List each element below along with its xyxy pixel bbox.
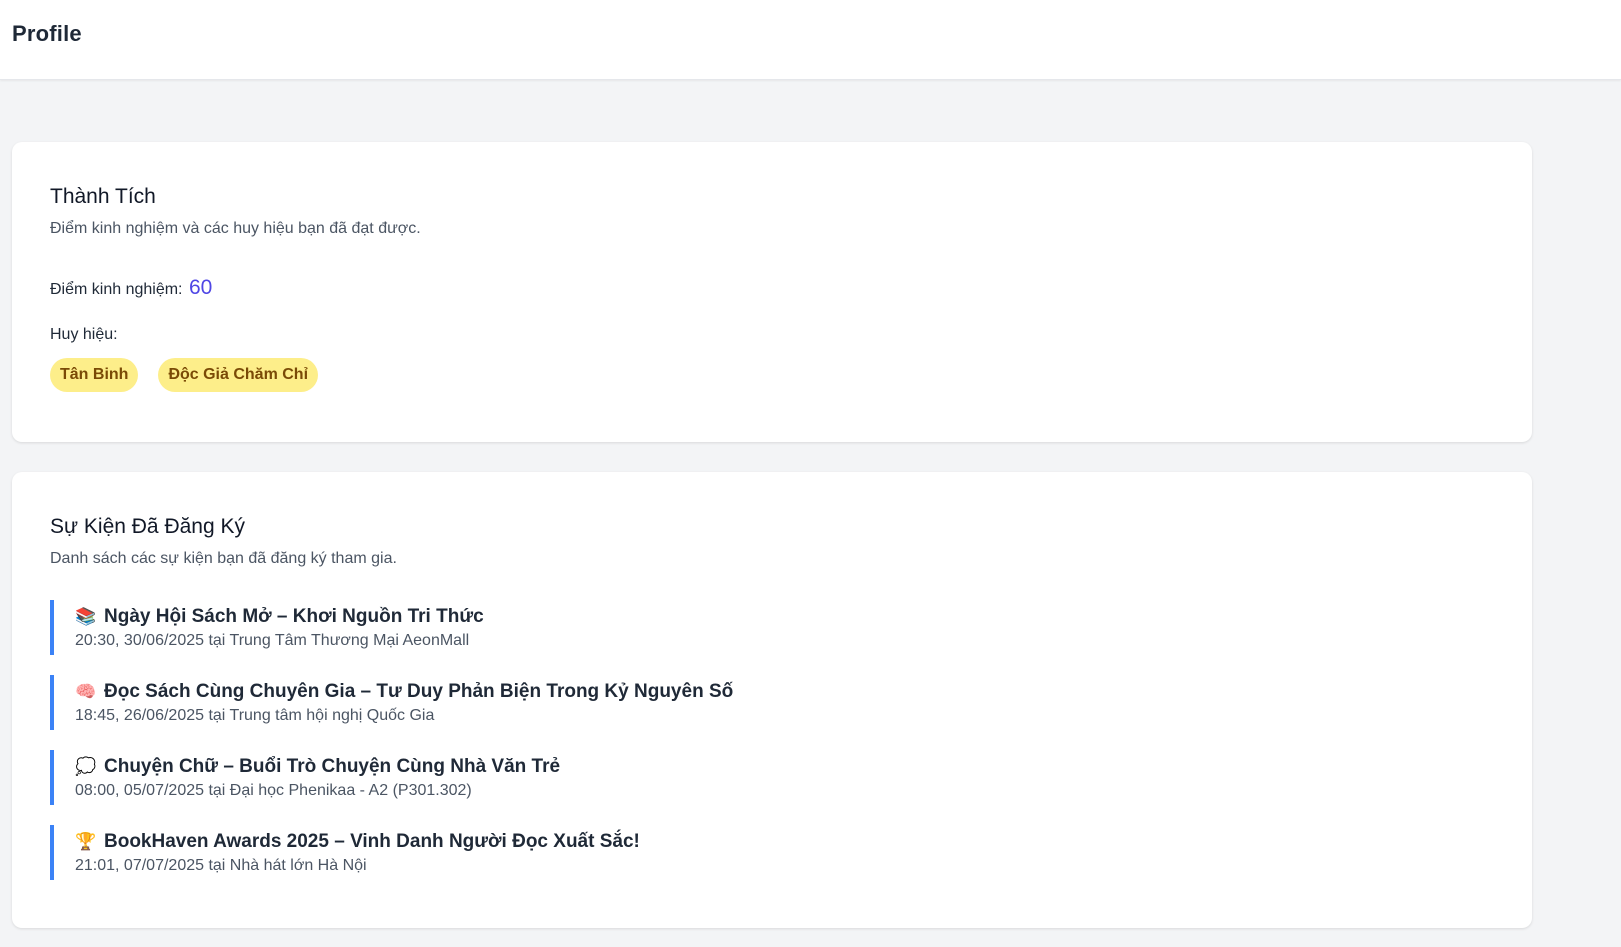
top-bar: Profile	[0, 0, 1621, 80]
achievements-title: Thành Tích	[50, 185, 156, 208]
event-meta: 21:01, 07/07/2025 tại Nhà hát lớn Hà Nội	[75, 856, 367, 874]
event-title-row: 🏆 BookHaven Awards 2025 – Vinh Danh Ngườ…	[75, 829, 1494, 855]
event-title-row: 💭 Chuyện Chữ – Buổi Trò Chuyện Cùng Nhà …	[75, 754, 1494, 780]
event-title-row: 📚 Ngày Hội Sách Mở – Khơi Nguồn Tri Thức	[75, 604, 1494, 630]
xp-value: 60	[188, 276, 213, 299]
badges-label: Huy hiệu:	[50, 326, 118, 343]
registered-events-card: Sự Kiện Đã Đăng Ký Danh sách các sự kiện…	[12, 472, 1532, 928]
events-subtitle: Danh sách các sự kiện bạn đã đăng ký tha…	[50, 550, 397, 567]
trophy-icon: 🏆	[75, 831, 97, 851]
speech-bubble-icon: 💭	[75, 756, 97, 776]
achievements-subtitle: Điểm kinh nghiệm và các huy hiệu bạn đã …	[50, 220, 421, 237]
event-title: Chuyện Chữ – Buổi Trò Chuyện Cùng Nhà Vă…	[104, 755, 561, 777]
event-item[interactable]: 🏆 BookHaven Awards 2025 – Vinh Danh Ngườ…	[50, 825, 1494, 880]
badge-list: Tân Binh Độc Giả Chăm Chỉ	[50, 358, 1494, 392]
event-item[interactable]: 💭 Chuyện Chữ – Buổi Trò Chuyện Cùng Nhà …	[50, 750, 1494, 805]
event-meta: 18:45, 26/06/2025 tại Trung tâm hội nghị…	[75, 706, 435, 724]
xp-label: Điểm kinh nghiệm:	[50, 281, 183, 298]
books-icon: 📚	[75, 606, 97, 626]
event-list: 📚 Ngày Hội Sách Mở – Khơi Nguồn Tri Thức…	[50, 600, 1494, 880]
event-title-row: 🧠 Đọc Sách Cùng Chuyên Gia – Tư Duy Phản…	[75, 679, 1494, 705]
event-title: Ngày Hội Sách Mở – Khơi Nguồn Tri Thức	[104, 605, 484, 627]
achievements-card: Thành Tích Điểm kinh nghiệm và các huy h…	[12, 142, 1532, 442]
page-title: Profile	[12, 21, 82, 46]
xp-row: Điểm kinh nghiệm: 60	[50, 274, 1494, 304]
event-item[interactable]: 📚 Ngày Hội Sách Mở – Khơi Nguồn Tri Thức…	[50, 600, 1494, 655]
event-item[interactable]: 🧠 Đọc Sách Cùng Chuyên Gia – Tư Duy Phản…	[50, 675, 1494, 730]
event-meta: 20:30, 30/06/2025 tại Trung Tâm Thương M…	[75, 631, 470, 649]
badge-doc-gia-cham-chi: Độc Giả Chăm Chỉ	[158, 358, 319, 392]
event-meta: 08:00, 05/07/2025 tại Đại học Phenikaa -…	[75, 781, 472, 799]
event-title: Đọc Sách Cùng Chuyên Gia – Tư Duy Phản B…	[104, 680, 734, 702]
event-title: BookHaven Awards 2025 – Vinh Danh Người …	[104, 830, 640, 852]
events-title: Sự Kiện Đã Đăng Ký	[50, 515, 245, 538]
brain-icon: 🧠	[75, 681, 97, 701]
badge-tan-binh: Tân Binh	[50, 358, 139, 392]
